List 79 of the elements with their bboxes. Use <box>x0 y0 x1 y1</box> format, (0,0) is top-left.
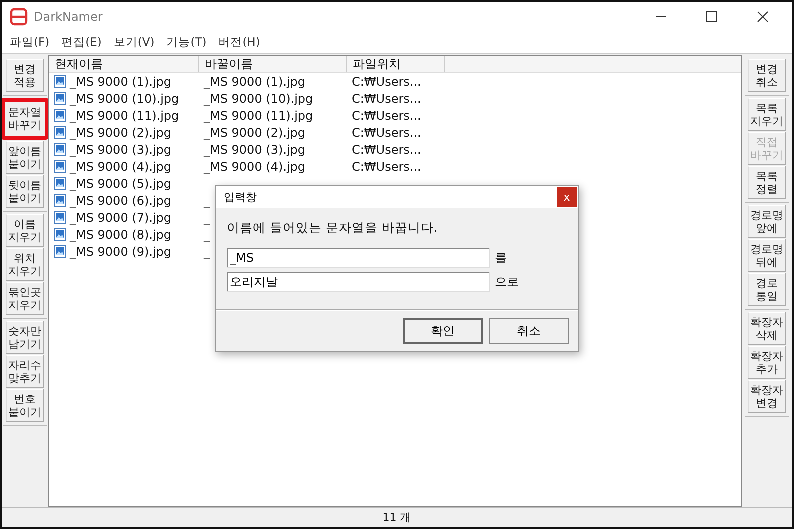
toolbar-button[interactable]: 자리수 맞추기 <box>6 355 44 388</box>
input-field[interactable]: 오리지날 <box>227 272 490 292</box>
table-cell: _MS 9000 (9).jpg <box>70 244 172 258</box>
table-cell: C:₩Users... <box>352 160 422 174</box>
dialog-message: 이름에 들어있는 문자열을 바꿉니다. <box>227 220 439 237</box>
dialog-button[interactable]: 취소 <box>489 318 569 344</box>
table-cell: _MS 9000 (1).jpg <box>204 74 306 88</box>
menu-item[interactable]: 버전(H) <box>218 35 260 50</box>
image-file-icon <box>54 194 66 207</box>
table-cell: _MS 9000 (6).jpg <box>70 194 172 208</box>
app-icon <box>10 8 28 26</box>
table-cell: _MS 9000 (3).jpg <box>204 142 306 156</box>
toolbar-button[interactable]: 목록 정렬 <box>748 166 786 199</box>
toolbar-button[interactable]: 확장자 추가 <box>748 346 786 379</box>
table-cell: _ <box>204 228 210 242</box>
table-cell: C:₩Users... <box>352 108 422 122</box>
table-cell: _MS 9000 (2).jpg <box>70 126 172 140</box>
menu-item[interactable]: 기능(T) <box>166 35 207 50</box>
table-cell: C:₩Users... <box>352 92 422 106</box>
toolbar-button[interactable]: 변경 적용 <box>6 59 44 92</box>
field-suffix: 으로 <box>495 274 519 290</box>
toolbar-button[interactable]: 뒷이름 붙이기 <box>6 175 44 208</box>
table-cell: _MS 9000 (5).jpg <box>70 176 172 190</box>
toolbar-button[interactable]: 숫자만 남기기 <box>6 321 44 354</box>
image-file-icon <box>54 75 66 88</box>
dialog-button[interactable]: 확인 <box>403 318 483 344</box>
table-cell: _MS 9000 (7).jpg <box>70 210 172 224</box>
close-button[interactable]: x <box>557 187 577 207</box>
table-cell: _MS 9000 (10).jpg <box>204 92 314 106</box>
toolbar-button[interactable]: 문자열 바꾸기 <box>2 98 49 140</box>
table-cell: C:₩Users... <box>352 74 422 88</box>
file-count: 11 개 <box>382 510 412 525</box>
table-cell: _MS 9000 (4).jpg <box>204 160 306 174</box>
table-cell: _ <box>204 244 210 258</box>
table-cell: _MS 9000 (11).jpg <box>204 108 314 122</box>
input-field[interactable]: _MS <box>227 248 490 268</box>
image-file-icon <box>54 211 66 224</box>
menu-item[interactable]: 파일(F) <box>10 35 50 50</box>
menu-item[interactable]: 편집(E) <box>62 35 102 50</box>
column-header[interactable]: 파일위치 <box>347 56 445 72</box>
table-cell: C:₩Users... <box>352 142 422 156</box>
toolbar-button[interactable]: 변경 취소 <box>748 59 786 92</box>
table-cell: C:₩Users... <box>352 126 422 140</box>
dialog-title: 입력창 <box>224 190 257 204</box>
table-cell: _ <box>204 210 210 224</box>
toolbar-button[interactable]: 이름 지우기 <box>6 214 44 247</box>
table-cell: _MS 9000 (1).jpg <box>70 74 172 88</box>
image-file-icon <box>54 143 66 156</box>
window-title: DarkNamer <box>34 10 103 24</box>
toolbar-button[interactable]: 번호 붙이기 <box>6 389 44 422</box>
toolbar-button[interactable]: 확장자 변경 <box>748 380 786 413</box>
table-cell: _MS 9000 (8).jpg <box>70 228 172 242</box>
toolbar-button[interactable]: 목록 지우기 <box>748 98 786 131</box>
column-header[interactable]: 현재이름 <box>49 56 199 72</box>
toolbar-button[interactable]: 경로 통일 <box>748 273 786 306</box>
maximize-icon[interactable] <box>706 11 718 23</box>
table-cell: _MS 9000 (10).jpg <box>70 92 180 106</box>
toolbar-button[interactable]: 앞이름 붙이기 <box>6 141 44 174</box>
image-file-icon <box>54 228 66 241</box>
image-file-icon <box>54 92 66 105</box>
toolbar-button[interactable]: 확장자 삭제 <box>748 312 786 345</box>
image-file-icon <box>54 177 66 190</box>
table-cell: _MS 9000 (11).jpg <box>70 108 180 122</box>
field-suffix: 를 <box>495 250 507 266</box>
image-file-icon <box>54 126 66 139</box>
table-cell: _ <box>204 194 210 208</box>
column-header[interactable]: 바꿀이름 <box>199 56 347 72</box>
menu-item[interactable]: 보기(V) <box>114 35 155 50</box>
close-icon[interactable] <box>757 11 769 23</box>
toolbar-button[interactable]: 묶인곳 지우기 <box>6 282 44 315</box>
image-file-icon <box>54 109 66 122</box>
toolbar-button[interactable]: 위치 지우기 <box>6 248 44 281</box>
table-cell: _MS 9000 (2).jpg <box>204 126 306 140</box>
table-cell: _MS 9000 (3).jpg <box>70 142 172 156</box>
image-file-icon <box>54 245 66 258</box>
image-file-icon <box>54 160 66 173</box>
toolbar-button[interactable]: 경로명 앞에 <box>748 205 786 238</box>
table-cell: _MS 9000 (4).jpg <box>70 160 172 174</box>
toolbar-button[interactable]: 경로명 뒤에 <box>748 239 786 272</box>
